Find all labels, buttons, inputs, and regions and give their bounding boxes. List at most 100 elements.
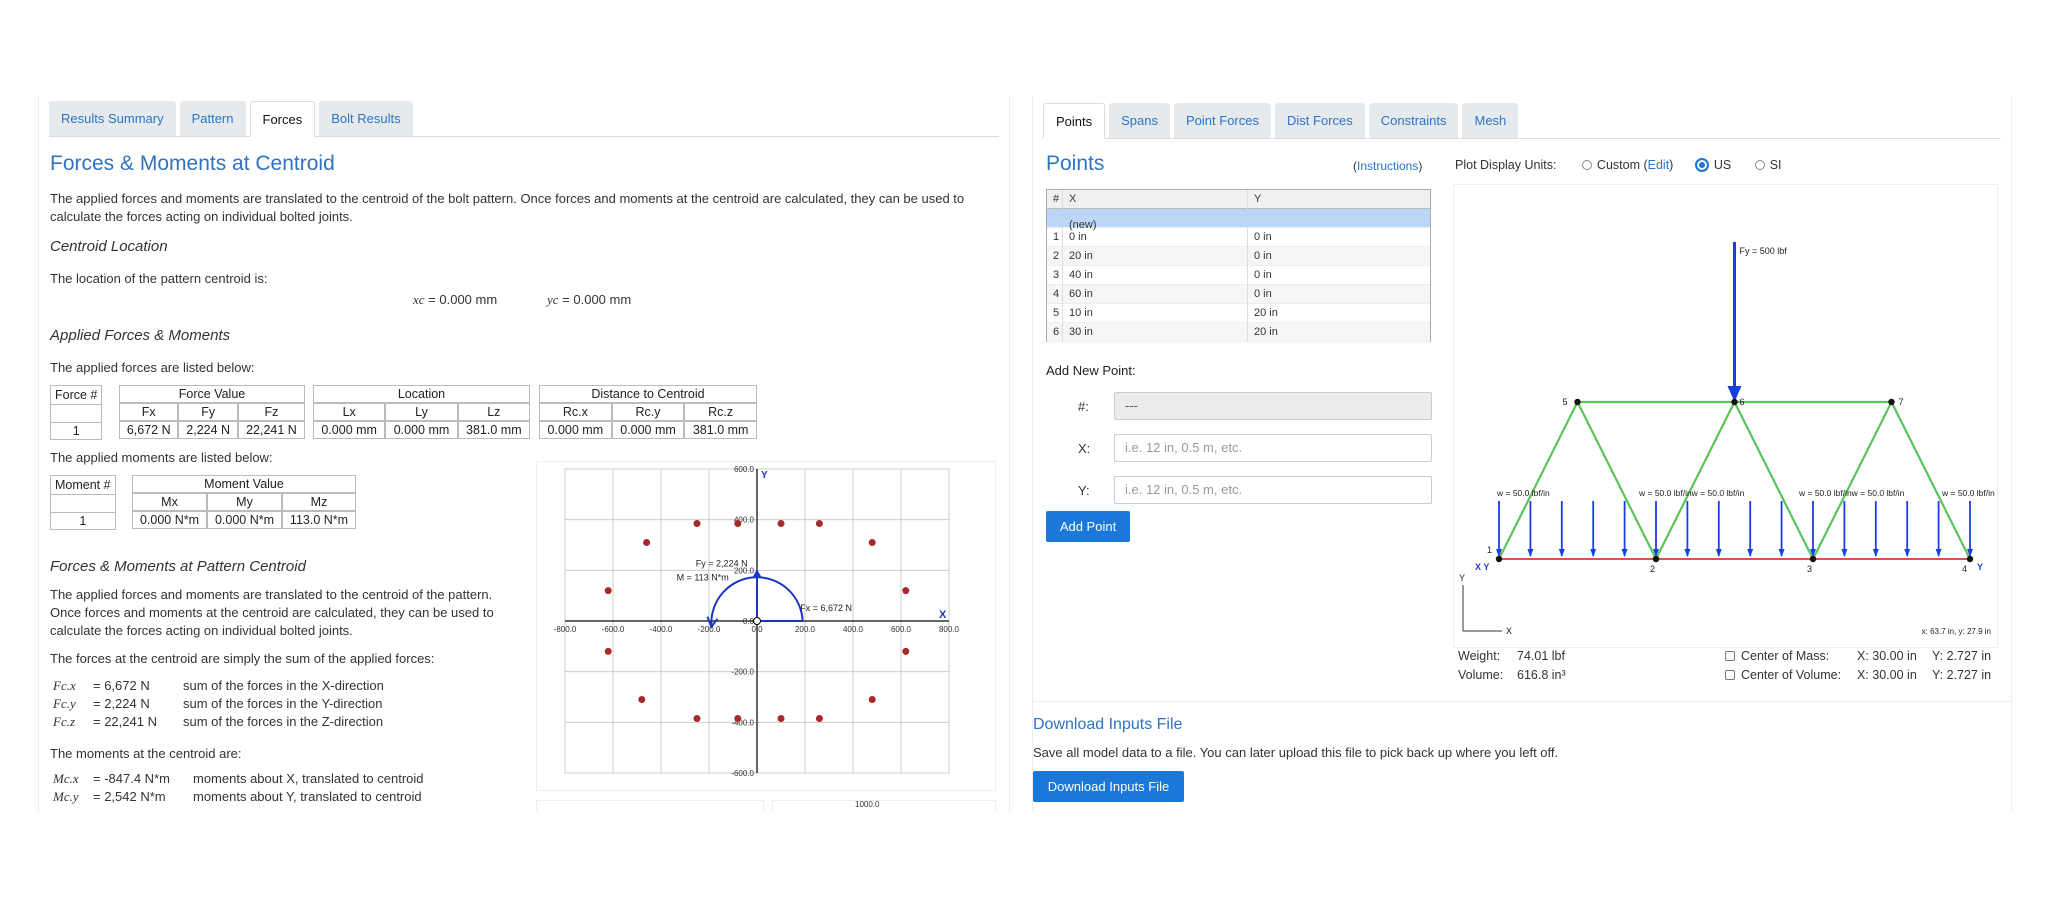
distributed-load-label: w = 50.0 lbf/inw = 50.0 lbf/in [1798, 488, 1905, 498]
bolt-hole [902, 587, 910, 595]
tab-results-summary[interactable]: Results Summary [49, 101, 176, 136]
grid-cell: 0 in [1254, 250, 1272, 262]
add-new-point-label: Add New Point: [1046, 363, 1136, 378]
xc-equation: xc = 0.000 mm [413, 292, 498, 307]
moment-num-table: Moment # 1 [50, 475, 116, 530]
add-point-button[interactable]: Add Point [1046, 511, 1130, 542]
grid-row[interactable]: 4 60 in 0 in [1047, 285, 1430, 304]
grid-row[interactable]: 2 20 in 0 in [1047, 247, 1430, 266]
grid-cell: 20 in [1063, 247, 1248, 266]
support-label-right: Y [1977, 562, 1983, 572]
download-inputs-button[interactable]: Download Inputs File [1033, 771, 1184, 802]
force-value-table: Force Value Fx Fy Fz 6,672 N 2,224 N 22,241 … [119, 385, 305, 439]
moment-label: M = 113 N*m [677, 572, 729, 582]
truss-member [1576, 401, 1657, 560]
center-of-volume-checkbox[interactable] [1725, 670, 1735, 680]
instructions-anchor[interactable]: Instructions [1357, 159, 1418, 173]
radio-si-icon[interactable] [1754, 160, 1765, 170]
grid-cell: 0 in [1254, 231, 1272, 243]
centers: Center of Mass: X: 30.00 in Y: 2.727 in Ce… [1725, 647, 1991, 685]
cursor-readout: x: 63.7 in, y: 27.9 in [1922, 627, 1991, 636]
distributed-load-arrowhead [1904, 549, 1911, 557]
truss-node [1888, 398, 1895, 406]
radio-custom-icon[interactable] [1581, 160, 1592, 170]
y-label: Y: [1078, 483, 1090, 498]
pattern-heading: Forces & Moments at Pattern Centroid [50, 558, 306, 575]
truss-member [1890, 401, 1971, 560]
grid-row[interactable]: 5 10 in 20 in [1047, 304, 1430, 323]
node-label: 1 [1487, 545, 1492, 555]
truss-member [1812, 401, 1893, 560]
node-label: 5 [1563, 397, 1568, 407]
grid-cell: 10 in [1063, 304, 1248, 323]
instructions-link[interactable]: (Instructions) [1353, 159, 1422, 173]
units-custom-option[interactable]: Custom (Edit) [1581, 158, 1673, 172]
bolt-hole [734, 715, 742, 723]
moments-centroid-text: The moments at the centroid are: [50, 746, 242, 761]
truss-node [1809, 555, 1817, 563]
distributed-load-arrowhead [1558, 549, 1565, 557]
center-of-mass-checkbox[interactable] [1725, 651, 1735, 661]
tab-spans[interactable]: Spans [1109, 103, 1171, 138]
page-title: Forces & Moments at Centroid [50, 152, 335, 175]
fx-label: Fx = 6,672 N [800, 603, 852, 613]
point-number-field: --- [1114, 392, 1432, 420]
node-label: 7 [1899, 397, 1904, 407]
tab-pattern[interactable]: Pattern [179, 101, 246, 136]
truss-panel: Points Spans Point Forces Dist Forces Constr… [1032, 95, 2012, 811]
truss-member [1733, 401, 1814, 560]
distributed-load-arrowhead [1872, 549, 1879, 557]
x-tick-label: -800.0 [554, 625, 577, 634]
grid-row[interactable]: 3 40 in 0 in [1047, 266, 1430, 285]
x-axis-label: X [939, 609, 947, 621]
distributed-load-arrowhead [1590, 549, 1597, 557]
truss-node [1495, 555, 1503, 563]
units-edit-link[interactable]: Edit [1648, 158, 1670, 172]
distributed-load-arrowhead [1778, 549, 1785, 557]
tab-constraints[interactable]: Constraints [1368, 103, 1459, 138]
intro-text: The applied forces and moments are trans… [50, 191, 965, 224]
axis-indicator-y-label: Y [1459, 573, 1465, 583]
bolt-hole [815, 715, 823, 723]
grid-cell: 6 [1047, 323, 1063, 342]
next-plot-left [536, 800, 764, 811]
tab-forces[interactable]: Forces [249, 101, 316, 137]
truss-node [1731, 398, 1738, 406]
distributed-load-label: w = 50.0 lbf/inw = 50.0 lbf/in [1638, 488, 1745, 498]
y-tick-label: -600.0 [731, 769, 754, 778]
x-label: X: [1078, 441, 1091, 456]
moment-value-table: Moment Value Mx My Mz 0.000 N*m 0.000 N*m 11… [132, 475, 356, 529]
x-coordinate-input[interactable]: i.e. 12 in, 0.5 m, etc. [1114, 434, 1432, 462]
tab-bolt-results[interactable]: Bolt Results [319, 101, 413, 136]
x-tick-label: 0.0 [751, 625, 763, 634]
tab-dist-forces[interactable]: Dist Forces [1275, 103, 1365, 138]
x-tick-label: -200.0 [698, 625, 721, 634]
y-axis-label: Y [761, 470, 768, 481]
grid-cell: 20 in [1254, 307, 1278, 319]
tab-point-forces[interactable]: Point Forces [1174, 103, 1271, 138]
distributed-load-arrowhead [1621, 549, 1628, 557]
radio-us-icon[interactable] [1694, 158, 1709, 172]
bolt-hole [868, 696, 876, 704]
download-heading: Download Inputs File [1033, 716, 1183, 733]
bolt-hole [638, 696, 646, 704]
model-tabs: Points Spans Point Forces Dist Forces Constr… [1043, 103, 2001, 139]
point-load-label: Fy = 500 lbf [1740, 246, 1788, 256]
grid-row[interactable]: 10 in 0 in [1047, 228, 1430, 247]
truss-node [1966, 555, 1974, 563]
units-us-option[interactable]: US [1694, 158, 1731, 172]
bolt-pattern-svg: -800.0 -600.0 -400.0 -200.0 0.0 200.0 400.0 600… [554, 465, 960, 778]
forces-listed-text: The applied forces are listed below: [50, 360, 255, 375]
units-si-option[interactable]: SI [1754, 158, 1782, 172]
grid-cell: 3 [1047, 266, 1063, 285]
centroid-marker [753, 617, 761, 625]
axis-indicator-x-label: X [1506, 626, 1512, 636]
bolt-hole [815, 519, 823, 527]
y-coordinate-input[interactable]: i.e. 12 in, 0.5 m, etc. [1114, 476, 1432, 504]
x-tick-label: 400.0 [843, 625, 864, 634]
grid-new-row[interactable]: (new) [1047, 209, 1430, 231]
centroid-heading: Centroid Location [50, 238, 168, 255]
tab-points[interactable]: Points [1043, 103, 1106, 139]
grid-row[interactable]: 6 30 in 20 in [1047, 323, 1430, 342]
tab-mesh[interactable]: Mesh [1462, 103, 1519, 138]
